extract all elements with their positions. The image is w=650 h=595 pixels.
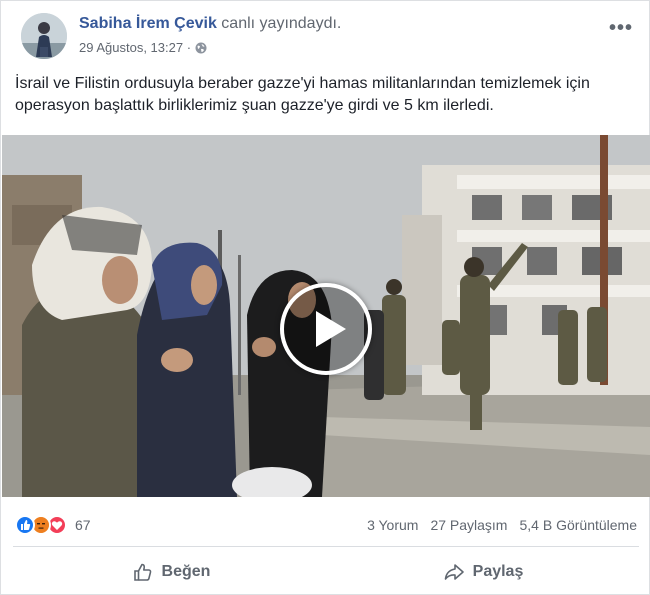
reaction-summary[interactable]: 67	[15, 515, 91, 535]
divider	[13, 546, 639, 547]
post-header: Sabiha İrem Çevik canlı yayındaydı. 29 A…	[13, 11, 639, 63]
post-meta: 29 Ağustos, 13:27 ·	[79, 40, 207, 55]
author-name[interactable]: Sabiha İrem Çevik	[79, 15, 217, 32]
post-timestamp[interactable]: 29 Ağustos, 13:27 ·	[79, 40, 191, 55]
like-reaction-icon	[15, 515, 35, 535]
play-icon	[316, 311, 346, 347]
thumbs-up-icon	[133, 563, 151, 581]
more-options-icon[interactable]: •••	[609, 17, 633, 40]
share-button[interactable]: Paylaş	[383, 552, 583, 592]
post-actions: Beğen Paylaş	[13, 552, 639, 592]
engagement-counts: 3 Yorum 27 Paylaşım 5,4 B Görüntüleme	[367, 517, 637, 533]
view-count[interactable]: 5,4 B Görüntüleme	[519, 517, 637, 533]
reaction-count[interactable]: 67	[75, 517, 91, 533]
share-arrow-icon	[444, 564, 464, 580]
like-button[interactable]: Beğen	[71, 552, 271, 592]
avatar[interactable]	[21, 13, 67, 59]
video-player[interactable]	[2, 135, 650, 497]
play-button[interactable]	[280, 283, 372, 375]
globe-icon[interactable]	[195, 42, 207, 54]
post-card: Sabiha İrem Çevik canlı yayındaydı. 29 A…	[0, 0, 650, 595]
post-action-text: canlı yayındaydı.	[221, 15, 342, 32]
post-stats: 67 3 Yorum 27 Paylaşım 5,4 B Görüntüleme	[15, 511, 639, 539]
share-count[interactable]: 27 Paylaşım	[430, 517, 507, 533]
author-line: Sabiha İrem Çevik canlı yayındaydı.	[79, 15, 341, 33]
share-label: Paylaş	[472, 563, 524, 580]
comment-count[interactable]: 3 Yorum	[367, 517, 418, 533]
post-text: İsrail ve Filistin ordusuyla beraber gaz…	[15, 75, 590, 114]
like-label: Beğen	[161, 563, 211, 580]
